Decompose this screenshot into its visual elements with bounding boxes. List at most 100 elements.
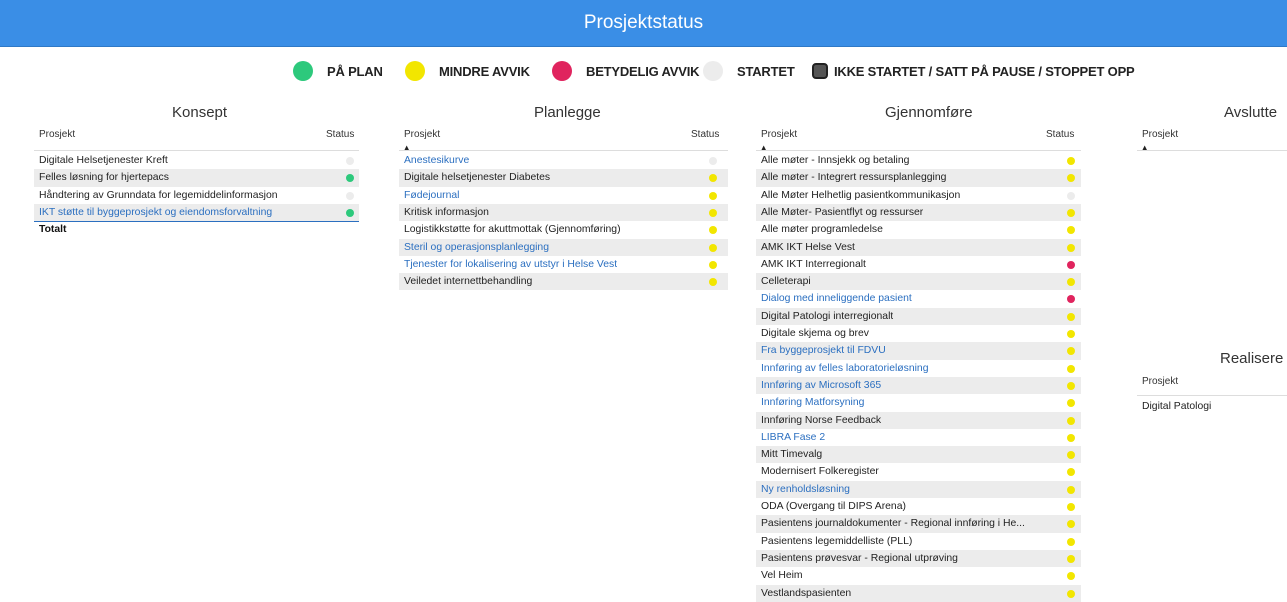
table-row[interactable]: Veiledet internettbehandling: [399, 273, 728, 291]
table-row[interactable]: LIBRA Fase 2: [756, 429, 1081, 446]
table-row[interactable]: Ny renholdsløsning: [756, 480, 1081, 498]
table-row[interactable]: Digitale helsetjenester Diabetes: [399, 169, 728, 187]
project-name[interactable]: Steril og operasjonsplanlegging: [404, 239, 549, 256]
table-row[interactable]: Digital Patologi interregionalt: [756, 307, 1081, 325]
avslutte-table: Avslutte Prosjekt ▲: [1137, 104, 1287, 164]
table-row[interactable]: Mitt Timevalg: [756, 446, 1081, 464]
column-header-status[interactable]: Status: [326, 129, 354, 140]
table-row[interactable]: Digital Patologi: [1137, 398, 1287, 415]
yellow-status-dot-icon: [1067, 589, 1075, 598]
table-row[interactable]: Dialog med inneliggende pasient: [756, 290, 1081, 307]
project-name: ODA (Overgang til DIPS Arena): [761, 501, 906, 512]
table-row[interactable]: Tjenester for lokalisering av utstyr i H…: [399, 256, 728, 273]
table-row[interactable]: Pasientens journaldokumenter - Regional …: [756, 515, 1081, 533]
column-header-project[interactable]: Prosjekt: [1142, 129, 1178, 140]
project-name: Kritisk informasjon: [404, 206, 489, 218]
project-name[interactable]: Fra byggeprosjekt til FDVU: [761, 342, 886, 359]
yellow-status-dot-icon: [1067, 399, 1075, 408]
header-divider: [34, 150, 359, 151]
table-row[interactable]: Håndtering av Grunndata for legemiddelin…: [34, 187, 359, 204]
konsept-table: Konsept Prosjekt Status Digitale Helsetj…: [34, 104, 359, 254]
yellow-status-dot-icon: [709, 278, 717, 287]
project-name[interactable]: Innføring av Microsoft 365: [761, 377, 881, 394]
column-header-project[interactable]: Prosjekt: [1142, 376, 1178, 387]
yellow-status-dot-icon: [709, 174, 717, 183]
legend-label: MINDRE AVVIK: [439, 63, 530, 79]
project-name[interactable]: Anestesikurve: [404, 152, 469, 169]
column-header-project[interactable]: Prosjekt: [404, 129, 440, 140]
project-name[interactable]: Fødejournal: [404, 187, 459, 204]
table-row[interactable]: Felles løsning for hjertepacs: [34, 169, 359, 187]
table-row[interactable]: Innføring Norse Feedback: [756, 411, 1081, 429]
project-name[interactable]: Dialog med inneliggende pasient: [761, 290, 912, 307]
project-name: Mitt Timevalg: [761, 449, 823, 461]
table-row[interactable]: ODA (Overgang til DIPS Arena): [756, 498, 1081, 515]
column-header-project[interactable]: Prosjekt: [761, 129, 797, 140]
project-name[interactable]: Innføring av felles laboratorieløsning: [761, 360, 929, 377]
project-name[interactable]: IKT støtte til byggeprosjekt og eiendoms…: [39, 204, 272, 221]
table-row[interactable]: Logistikkstøtte for akuttmottak (Gjennom…: [399, 221, 728, 238]
project-name: Felles løsning for hjertepacs: [39, 172, 169, 184]
table-row[interactable]: Alle Møter Helhetlig pasientkommunikasjo…: [756, 187, 1081, 204]
project-name: Pasientens legemiddelliste (PLL): [761, 535, 913, 547]
project-name[interactable]: LIBRA Fase 2: [761, 429, 825, 446]
project-name: Alle Møter- Pasientflyt og ressurser: [761, 206, 924, 218]
table-row[interactable]: Digitale skjema og brev: [756, 325, 1081, 342]
project-name: Veiledet internettbehandling: [404, 276, 533, 288]
table-row[interactable]: Anestesikurve: [399, 152, 728, 169]
total-label: Totalt: [39, 224, 67, 236]
table-row[interactable]: AMK IKT Interregionalt: [756, 256, 1081, 273]
title-bar: Prosjektstatus: [0, 0, 1287, 47]
project-name[interactable]: Tjenester for lokalisering av utstyr i H…: [404, 256, 617, 273]
table-row[interactable]: Alle Møter- Pasientflyt og ressurser: [756, 203, 1081, 222]
gjennomfore-title: Gjennomføre: [885, 104, 973, 121]
yellow-status-dot-icon: [1067, 485, 1075, 494]
column-header-project[interactable]: Prosjekt: [39, 129, 75, 140]
header-divider: [756, 150, 1081, 151]
project-name: Digital Patologi: [1142, 401, 1212, 412]
legend-item-significant-deviation: BETYDELIG AVVIK: [552, 58, 699, 84]
avslutte-title: Avslutte: [1224, 104, 1278, 121]
legend-label: STARTET: [737, 63, 795, 79]
table-row[interactable]: Vel Heim: [756, 567, 1081, 584]
table-row[interactable]: Kritisk informasjon: [399, 203, 728, 222]
table-row[interactable]: Innføring Matforsyning: [756, 394, 1081, 411]
table-row[interactable]: Innføring av Microsoft 365: [756, 376, 1081, 395]
table-row[interactable]: Fra byggeprosjekt til FDVU: [756, 342, 1081, 360]
column-header-status[interactable]: Status: [1046, 129, 1074, 140]
table-row[interactable]: Pasientens legemiddelliste (PLL): [756, 533, 1081, 550]
project-name: Alle møter programledelse: [761, 224, 883, 236]
table-row[interactable]: Fødejournal: [399, 187, 728, 204]
table-row[interactable]: Alle møter programledelse: [756, 221, 1081, 238]
gjennomfore-table: Gjennomføre Prosjekt ▲ Status Alle møter…: [756, 104, 1081, 602]
grey-status-dot-icon: [1067, 191, 1075, 200]
green-status-dot-icon: [346, 208, 354, 217]
green-status-dot-icon: [346, 174, 354, 183]
column-header-status[interactable]: Status: [691, 129, 719, 140]
table-row[interactable]: Steril og operasjonsplanlegging: [399, 238, 728, 256]
project-name[interactable]: Innføring Matforsyning: [761, 394, 864, 411]
project-name[interactable]: Ny renholdsløsning: [761, 481, 850, 498]
grey-status-dot-icon: [709, 157, 717, 165]
table-row[interactable]: Alle møter - Innsjekk og betaling: [756, 152, 1081, 169]
project-name: Digitale helsetjenester Diabetes: [404, 172, 551, 184]
yellow-status-dot-icon: [709, 260, 717, 269]
project-name: Håndtering av Grunndata for legemiddelin…: [39, 189, 278, 201]
table-row[interactable]: Alle møter - Integrert ressursplanleggin…: [756, 169, 1081, 187]
yellow-status-dot-icon: [1067, 347, 1075, 356]
table-row[interactable]: Innføring av felles laboratorieløsning: [756, 360, 1081, 377]
grey-status-dot-icon: [346, 191, 354, 200]
yellow-status-dot-icon: [1067, 364, 1075, 373]
yellow-status-dot-icon: [1067, 312, 1075, 321]
legend-label: PÅ PLAN: [327, 63, 383, 79]
table-row[interactable]: AMK IKT Helse Vest: [756, 238, 1081, 256]
yellow-status-dot-icon: [1067, 433, 1075, 442]
table-row[interactable]: Modernisert Folkeregister: [756, 463, 1081, 480]
table-row[interactable]: Digitale Helsetjenester Kreft: [34, 152, 359, 169]
header-divider: [399, 150, 728, 151]
table-row[interactable]: Vestlandspasienten: [756, 584, 1081, 602]
table-row[interactable]: Celleterapi: [756, 273, 1081, 291]
table-row[interactable]: IKT støtte til byggeprosjekt og eiendoms…: [34, 203, 359, 222]
table-row[interactable]: Pasientens prøvesvar - Regional utprøvin…: [756, 549, 1081, 568]
red-dot-icon: [552, 61, 572, 81]
